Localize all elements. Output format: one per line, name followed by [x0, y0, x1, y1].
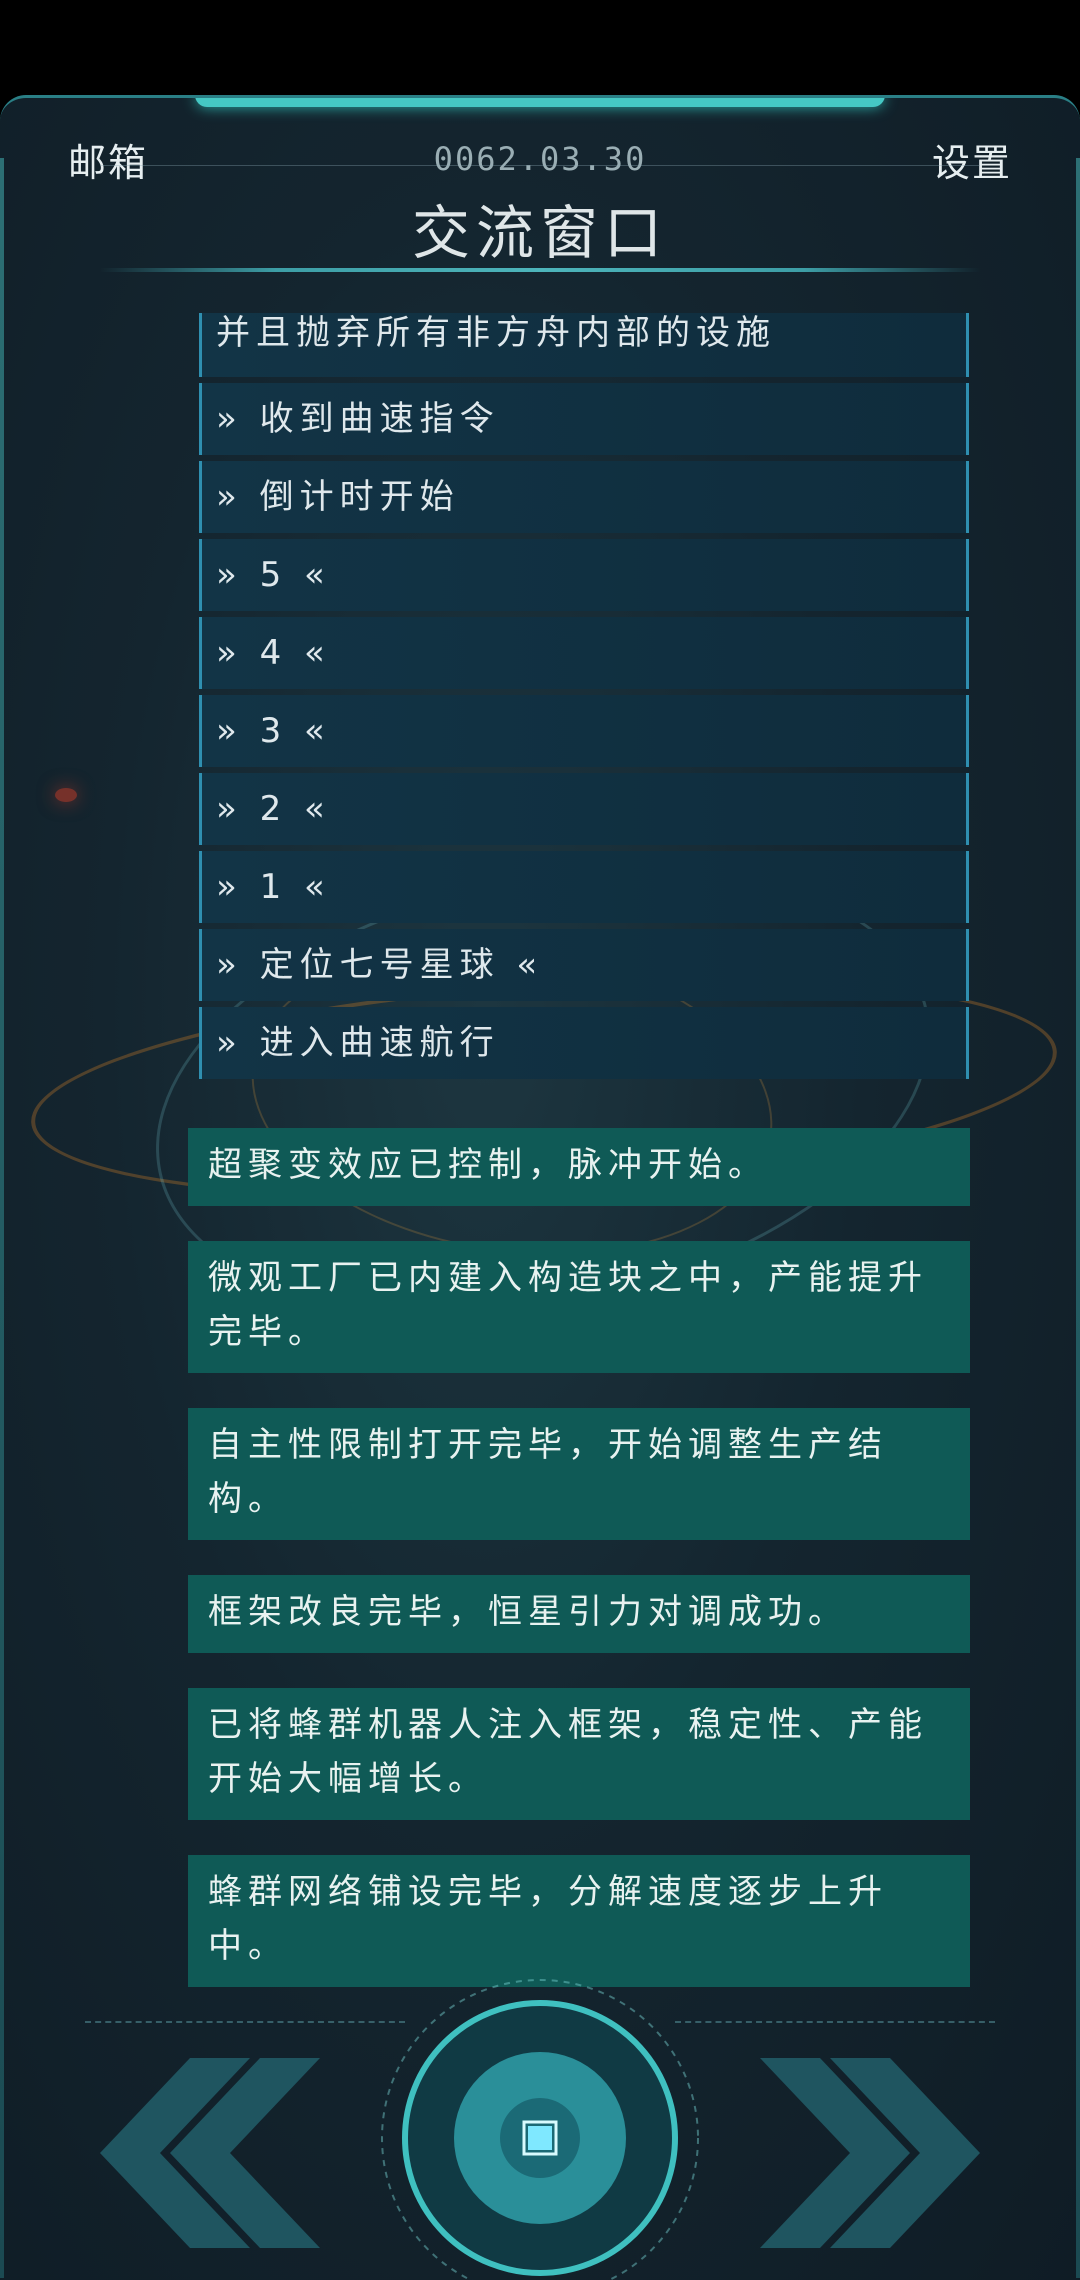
message-list[interactable]: 超聚变效应已控制，脉冲开始。 微观工厂已内建入构造块之中，产能提升完毕。 自主性… — [188, 1128, 970, 2022]
log-item: » 2 « — [199, 773, 969, 845]
log-item: » 定位七号星球 « — [199, 929, 969, 1001]
date-display: 0062.03.30 — [433, 140, 647, 178]
log-item: » 倒计时开始 — [199, 461, 969, 533]
log-item: » 4 « — [199, 617, 969, 689]
log-list[interactable]: 并且抛弃所有非方舟内部的设施 » 收到曲速指令 » 倒计时开始 » 5 « » … — [199, 313, 969, 1085]
next-button[interactable] — [760, 2058, 980, 2248]
log-item: » 收到曲速指令 — [199, 383, 969, 455]
communication-panel: 邮箱 0062.03.30 设置 交流窗口 并且抛弃所有非方舟内部的设施 » 收… — [0, 95, 1080, 2280]
log-item: » 5 « — [199, 539, 969, 611]
title-underline — [100, 268, 980, 272]
double-chevron-right-icon — [760, 2058, 980, 2248]
footer-divider-right — [675, 2021, 995, 2023]
app-screen: 邮箱 0062.03.30 设置 交流窗口 并且抛弃所有非方舟内部的设施 » 收… — [0, 0, 1080, 2280]
header-divider — [100, 165, 980, 166]
message-item: 蜂群网络铺设完毕，分解速度逐步上升中。 — [188, 1855, 970, 1987]
page-title: 交流窗口 — [411, 199, 668, 267]
stop-square-icon — [381, 1979, 699, 2280]
status-bar — [0, 0, 1080, 95]
header: 邮箱 0062.03.30 设置 — [0, 116, 1080, 186]
settings-button[interactable]: 设置 — [932, 132, 1012, 187]
log-item: 并且抛弃所有非方舟内部的设施 — [199, 313, 969, 377]
message-item: 微观工厂已内建入构造块之中，产能提升完毕。 — [188, 1241, 970, 1373]
double-chevron-left-icon — [100, 2058, 320, 2248]
previous-button[interactable] — [100, 2058, 320, 2248]
panel-left-border — [0, 158, 4, 2278]
panel-top-accent — [195, 98, 885, 107]
log-item: » 1 « — [199, 851, 969, 923]
ember-decoration — [55, 788, 77, 802]
log-item: » 3 « — [199, 695, 969, 767]
message-item: 超聚变效应已控制，脉冲开始。 — [188, 1128, 970, 1206]
panel-right-border — [1076, 158, 1080, 2278]
footer-divider-left — [85, 2021, 405, 2023]
message-item: 框架改良完毕，恒星引力对调成功。 — [188, 1575, 970, 1653]
message-item: 已将蜂群机器人注入框架，稳定性、产能开始大幅增长。 — [188, 1688, 970, 1820]
log-item: » 进入曲速航行 — [199, 1007, 969, 1079]
message-item: 自主性限制打开完毕，开始调整生产结构。 — [188, 1408, 970, 1540]
center-stop-button[interactable] — [380, 1978, 700, 2280]
